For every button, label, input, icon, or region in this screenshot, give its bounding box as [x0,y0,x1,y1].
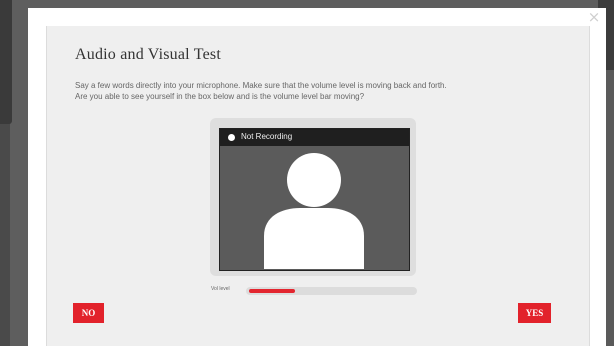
instructions-text: Say a few words directly into your micro… [75,80,575,102]
volume-level-label: Vol level [211,286,230,292]
instructions-line-1: Say a few words directly into your micro… [75,81,447,90]
user-silhouette-icon [264,153,364,269]
recording-status-bar: Not Recording [220,129,409,146]
instructions-line-2: Are you able to see yourself in the box … [75,92,365,101]
yes-button[interactable]: YES [518,303,551,323]
background-left-bar [0,0,12,124]
volume-level-bar [246,287,417,295]
no-button[interactable]: NO [73,303,104,323]
volume-level-fill [249,289,295,293]
modal-title: Audio and Visual Test [75,46,221,63]
video-preview: Not Recording [219,128,410,271]
close-icon[interactable]: × [587,10,601,25]
recording-status-label: Not Recording [241,132,293,141]
recording-indicator-icon [228,134,235,141]
